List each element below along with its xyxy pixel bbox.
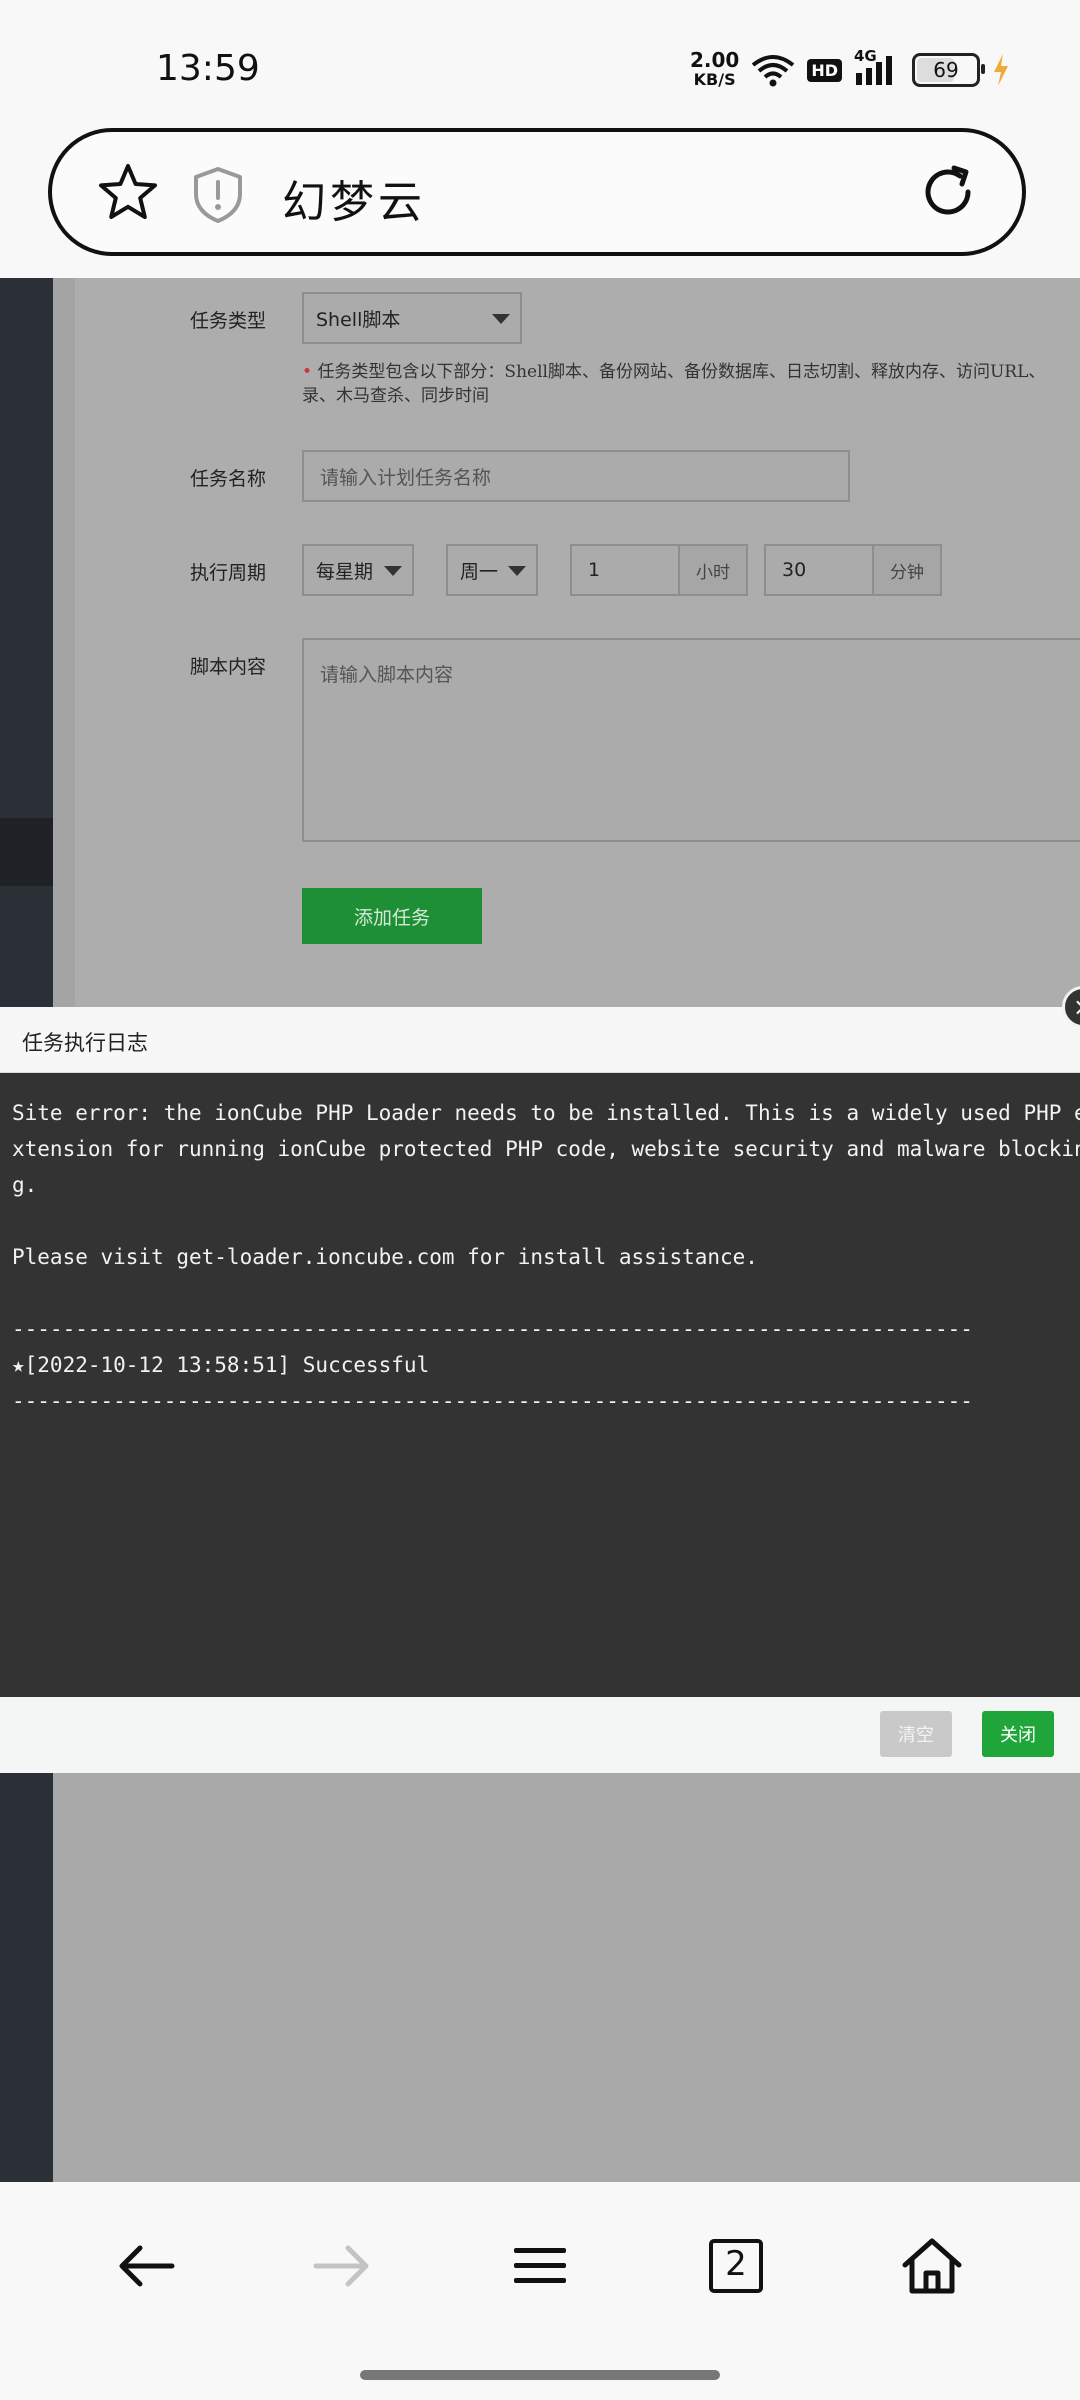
battery-indicator: 69 [912, 53, 985, 87]
panel-edge [53, 278, 75, 1008]
menu-button[interactable] [500, 2226, 580, 2306]
back-button[interactable] [106, 2226, 186, 2306]
network-speed-unit: KB/S [693, 70, 736, 89]
modal-title: 任务执行日志 [22, 1031, 148, 1055]
log-blank-line [12, 1203, 1068, 1239]
modal-footer: 清空 关闭 [0, 1697, 1080, 1773]
task-log-output: Site error: the ionCube PHP Loader needs… [0, 1073, 1080, 1697]
minute-unit: 分钟 [872, 544, 942, 596]
clear-button[interactable]: 清空 [880, 1711, 952, 1757]
log-line: g. [12, 1173, 38, 1197]
hour-value: 1 [588, 559, 601, 581]
menu-icon [514, 2248, 566, 2283]
address-bar[interactable]: 幻梦云 [48, 128, 1026, 256]
minute-value: 30 [782, 559, 807, 581]
hour-input[interactable]: 1 [570, 544, 680, 596]
task-type-select[interactable]: Shell脚本 [302, 292, 522, 344]
chevron-down-icon [384, 566, 402, 576]
log-separator: ----------------------------------------… [12, 1317, 973, 1341]
signal-indicator: 4G [854, 47, 900, 87]
script-label: 脚本内容 [190, 656, 267, 678]
script-placeholder: 请输入脚本内容 [320, 664, 454, 686]
reload-icon[interactable] [918, 162, 978, 222]
page-lower-area [53, 1773, 1080, 2182]
back-arrow-icon [119, 2245, 175, 2287]
add-task-button[interactable]: 添加任务 [302, 888, 482, 944]
cycle-value: 每星期 [316, 560, 374, 583]
minute-input[interactable]: 30 [764, 544, 874, 596]
status-bar: 13:59 2.00 KB/S HD 4G 69 [0, 0, 1080, 130]
script-textarea[interactable]: 请输入脚本内容 [302, 638, 1080, 842]
task-type-label: 任务类型 [190, 310, 267, 332]
task-type-hint-text-line2: 录、木马查杀、同步时间 [302, 386, 489, 406]
charging-icon [994, 54, 1008, 86]
tabs-button[interactable]: 2 [696, 2226, 776, 2306]
task-type-hint: • 任务类型包含以下部分：Shell脚本、备份网站、备份数据库、日志切割、释放内… [302, 360, 1080, 408]
task-type-hint-text: 任务类型包含以下部分：Shell脚本、备份网站、备份数据库、日志切割、释放内存、… [317, 362, 1046, 382]
shield-icon[interactable] [192, 166, 244, 224]
tab-count: 2 [725, 2244, 747, 2284]
task-name-input[interactable]: 请输入计划任务名称 [302, 450, 850, 502]
log-line: Site error: the ionCube PHP Loader needs… [12, 1101, 1080, 1125]
star-icon[interactable] [98, 162, 158, 222]
wifi-icon [752, 55, 795, 87]
log-separator: ----------------------------------------… [12, 1389, 973, 1413]
site-title[interactable]: 幻梦云 [282, 166, 426, 230]
task-name-placeholder: 请输入计划任务名称 [320, 466, 492, 489]
battery-level-text: 69 [933, 58, 959, 82]
status-icons: 2.00 KB/S HD 4G 69 [690, 47, 1010, 90]
admin-sidebar-active-item[interactable] [0, 818, 53, 886]
home-button[interactable] [892, 2226, 972, 2306]
log-blank-line [12, 1275, 1068, 1311]
log-status-line: ★[2022-10-12 13:58:51] Successful [12, 1353, 430, 1377]
hd-badge: HD [807, 58, 842, 82]
browser-bottom-nav: 2 [0, 2182, 1080, 2400]
log-line: Please visit get-loader.ioncube.com for … [12, 1245, 758, 1269]
task-type-value: Shell脚本 [316, 308, 401, 331]
modal-header: 任务执行日志 [0, 1007, 1080, 1073]
network-speed: 2.00 KB/S [690, 50, 739, 90]
log-line: xtension for running ionCube protected P… [12, 1137, 1080, 1161]
home-icon [902, 2238, 962, 2294]
network-speed-value: 2.00 [689, 48, 740, 72]
task-name-label: 任务名称 [190, 468, 267, 490]
hint-bullet: • [302, 362, 313, 382]
cycle-select[interactable]: 每星期 [302, 544, 414, 596]
chevron-down-icon [508, 566, 526, 576]
clock: 13:59 [156, 48, 260, 89]
gesture-home-indicator[interactable] [360, 2370, 720, 2380]
hour-unit: 小时 [678, 544, 748, 596]
forward-arrow-icon [313, 2245, 369, 2287]
signal-icon [856, 56, 892, 85]
weekday-select[interactable]: 周一 [446, 544, 538, 596]
chevron-down-icon [492, 314, 510, 324]
cycle-label: 执行周期 [190, 562, 267, 584]
forward-button[interactable] [302, 2226, 382, 2306]
close-button[interactable]: 关闭 [982, 1711, 1054, 1757]
weekday-value: 周一 [460, 560, 499, 583]
